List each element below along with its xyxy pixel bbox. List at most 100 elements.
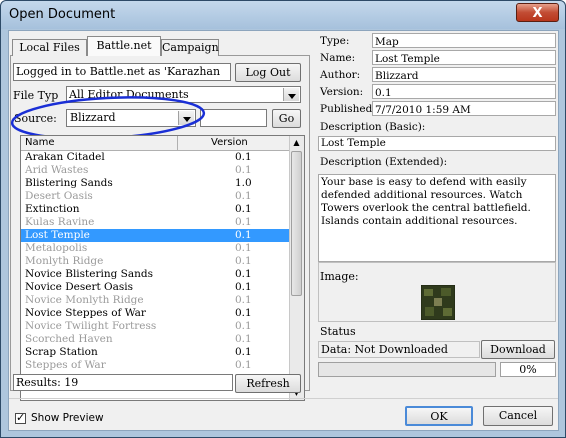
- list-item-name: Desert Oasis: [25, 190, 93, 202]
- scroll-thumb[interactable]: [291, 151, 302, 296]
- download-button[interactable]: Download: [481, 340, 555, 359]
- list-item-version: 1.0: [235, 177, 252, 189]
- chevron-down-icon[interactable]: [283, 88, 299, 101]
- version-label: Version:: [320, 86, 364, 98]
- desc-basic-label: Description (Basic):: [320, 121, 426, 133]
- progress-percent: 0%: [500, 362, 556, 377]
- desc-ext-value: Your base is easy to defend with easily …: [318, 174, 556, 262]
- desc-basic-value: Lost Temple: [318, 136, 556, 151]
- list-item-name: Extinction: [25, 203, 80, 215]
- show-preview-checkbox[interactable]: ✓: [15, 411, 26, 424]
- name-value: Lost Temple: [372, 50, 556, 65]
- list-item[interactable]: Novice Steppes of War 0.1: [21, 307, 289, 320]
- list-item[interactable]: Scrap Station 0.1: [21, 346, 289, 359]
- name-row: Name: Lost Temple: [318, 50, 556, 66]
- show-preview-label[interactable]: Show Preview: [31, 412, 104, 424]
- list-item[interactable]: Novice Twilight Fortress 0.1: [21, 320, 289, 333]
- list-item[interactable]: Blistering Sands 1.0: [21, 177, 289, 190]
- list-item-name: Novice Blistering Sands: [25, 268, 154, 280]
- list-item-name: Kulas Ravine: [25, 216, 95, 228]
- list-item[interactable]: Extinction 0.1: [21, 203, 289, 216]
- window-title: Open Document: [9, 7, 116, 22]
- list-item[interactable]: Novice Desert Oasis 0.1: [21, 281, 289, 294]
- logout-button[interactable]: Log Out: [235, 63, 301, 82]
- list-header: Name Version: [21, 136, 289, 151]
- list-item[interactable]: Novice Blistering Sands 0.1: [21, 268, 289, 281]
- list-item-name: Scorched Haven: [25, 333, 113, 345]
- map-thumbnail-image: [421, 285, 455, 320]
- list-item-version: 0.1: [235, 242, 252, 254]
- column-divider: [177, 136, 178, 150]
- tab-battle-net[interactable]: Battle.net: [87, 36, 161, 56]
- list-item[interactable]: Scorched Haven 0.1: [21, 333, 289, 346]
- list-item-name: Novice Twilight Fortress: [25, 320, 157, 332]
- footer-divider: [9, 398, 558, 399]
- scroll-up-icon[interactable]: ▲: [291, 136, 302, 149]
- list-item-version: 0.1: [235, 307, 252, 319]
- list-item-version: 0.1: [235, 346, 252, 358]
- desc-ext-label: Description (Extended):: [320, 156, 448, 168]
- desc-basic-label-row: Description (Basic):: [318, 119, 556, 135]
- type-row: Type: Map: [318, 33, 556, 49]
- column-version[interactable]: Version: [211, 137, 248, 148]
- list-item-name: Blistering Sands: [25, 177, 113, 189]
- go-button[interactable]: Go: [272, 109, 301, 128]
- list-item[interactable]: Arakan Citadel 0.1: [21, 151, 289, 164]
- refresh-button[interactable]: Refresh: [235, 374, 301, 393]
- name-label: Name:: [320, 52, 356, 64]
- published-value: 7/7/2010 1:59 AM: [372, 101, 556, 116]
- list-item[interactable]: Metalopolis 0.1: [21, 242, 289, 255]
- list-item-name: Arakan Citadel: [25, 151, 105, 163]
- download-progress-bar: [318, 362, 496, 377]
- status-label: Status: [320, 325, 356, 338]
- list-item-name: Novice Monlyth Ridge: [25, 294, 144, 306]
- list-item-name: Novice Steppes of War: [25, 307, 146, 319]
- cancel-button[interactable]: Cancel: [483, 406, 553, 426]
- list-item-name: Scrap Station: [25, 346, 98, 358]
- published-row: Published 7/7/2010 1:59 AM: [318, 101, 556, 117]
- list-item[interactable]: Monlyth Ridge 0.1: [21, 255, 289, 268]
- open-document-dialog: Open Document X Local Files Battle.net C…: [0, 0, 566, 438]
- list-item[interactable]: Steppes of War 0.1: [21, 359, 289, 372]
- published-label: Published: [320, 103, 373, 115]
- list-scrollbar[interactable]: ▲ ▼: [289, 136, 304, 400]
- list-item-version: 0.1: [235, 359, 252, 371]
- list-item[interactable]: Lost Temple 0.1: [21, 229, 289, 242]
- list-item-version: 0.1: [235, 281, 252, 293]
- list-item[interactable]: Desert Oasis 0.1: [21, 190, 289, 203]
- list-item[interactable]: Novice Monlyth Ridge 0.1: [21, 294, 289, 307]
- list-item[interactable]: Kulas Ravine 0.1: [21, 216, 289, 229]
- author-label: Author:: [320, 69, 361, 81]
- type-label: Type:: [320, 35, 350, 47]
- list-item-version: 0.1: [235, 255, 252, 267]
- list-item-version: 0.1: [235, 151, 252, 163]
- list-item-version: 0.1: [235, 294, 252, 306]
- list-item-version: 0.1: [235, 268, 252, 280]
- tab-local-files[interactable]: Local Files: [12, 39, 87, 56]
- ok-button[interactable]: OK: [405, 406, 473, 426]
- list-item-version: 0.1: [235, 203, 252, 215]
- data-status: Data: Not Downloaded: [318, 341, 480, 358]
- login-status: Logged in to Battle.net as 'Karazhan: [13, 63, 231, 81]
- list-item-version: 0.1: [235, 333, 252, 345]
- list-item-name: Steppes of War: [25, 359, 106, 371]
- list-item-name: Arid Wastes: [25, 164, 89, 176]
- list-item-name: Novice Desert Oasis: [25, 281, 134, 293]
- author-row: Author: Blizzard: [318, 67, 556, 83]
- list-item-version: 0.1: [235, 320, 252, 332]
- version-row: Version: 0.1: [318, 84, 556, 100]
- tab-campaign[interactable]: Campaign: [161, 39, 219, 56]
- map-list[interactable]: Name Version Arakan Citadel 0.1 Arid Waste…: [20, 135, 305, 401]
- version-value: 0.1: [372, 84, 556, 99]
- annotation-circle: [10, 96, 206, 140]
- list-item[interactable]: Arid Wastes 0.1: [21, 164, 289, 177]
- title-bar: Open Document X: [1, 1, 565, 29]
- column-name[interactable]: Name: [25, 137, 55, 148]
- source-search-input[interactable]: [200, 109, 267, 127]
- list-item-version: 0.1: [235, 190, 252, 202]
- desc-ext-label-row: Description (Extended):: [318, 154, 556, 170]
- list-item-version: 0.1: [235, 216, 252, 228]
- results-count: Results: 19: [13, 374, 233, 391]
- check-icon: ✓: [16, 411, 26, 424]
- close-icon[interactable]: X: [516, 3, 559, 22]
